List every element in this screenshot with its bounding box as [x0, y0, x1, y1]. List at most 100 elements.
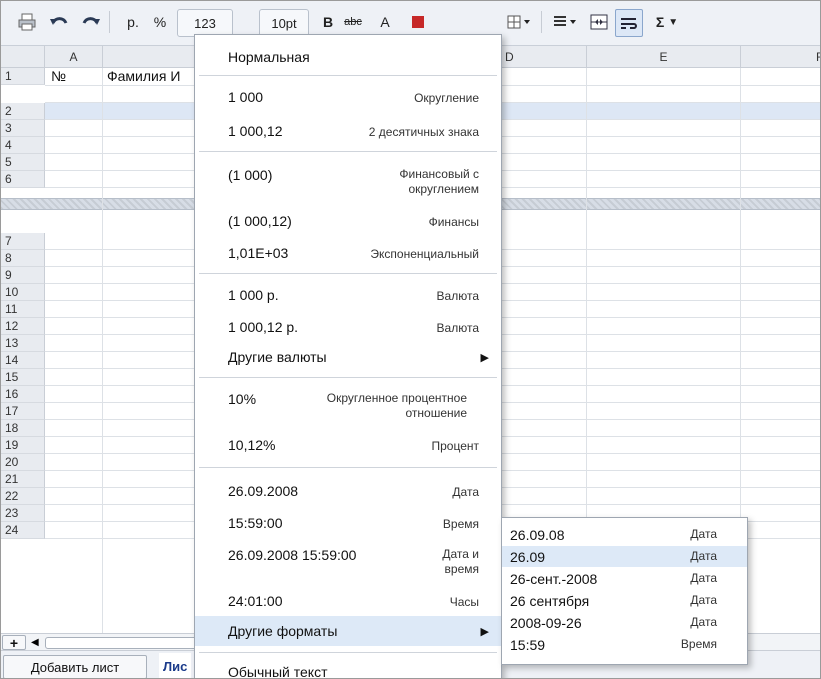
wrap-text-icon[interactable] — [615, 9, 643, 37]
row-header-22[interactable]: 22 — [1, 488, 45, 505]
functions-dropdown[interactable]: Σ ▼ — [647, 9, 687, 35]
scrollbar-thumb[interactable] — [45, 637, 197, 649]
submenu-item-short-date[interactable]: 26.09.08 Дата — [502, 524, 747, 545]
menu-item-desc: Округление — [414, 91, 479, 105]
row-header-4[interactable]: 4 — [1, 137, 45, 154]
row-header-7[interactable]: 7 — [1, 233, 45, 250]
redo-icon[interactable] — [79, 9, 103, 35]
column-header-e[interactable]: E — [587, 46, 741, 68]
submenu-item-desc: Дата — [690, 615, 717, 629]
submenu-item-value: 26 сентября — [510, 593, 590, 609]
menu-item-date[interactable]: 26.09.2008 Дата — [195, 475, 501, 503]
menu-item-datetime[interactable]: 26.09.2008 15:59:00 Дата и время — [195, 539, 501, 583]
menu-divider — [199, 377, 497, 378]
row-header-9[interactable]: 9 — [1, 267, 45, 284]
borders-dropdown[interactable] — [503, 9, 537, 35]
submenu-item-long-date[interactable]: 26 сентября Дата — [502, 590, 747, 611]
row-header-1[interactable]: 1 — [1, 68, 45, 85]
column-header-d-label: D — [505, 49, 514, 64]
menu-item-time[interactable]: 15:59:00 Время — [195, 507, 501, 535]
menu-item-percent[interactable]: 10,12% Процент — [195, 429, 501, 457]
row-header-13[interactable]: 13 — [1, 335, 45, 352]
row-header-8[interactable]: 8 — [1, 250, 45, 267]
submenu-item-short-time[interactable]: 15:59 Время — [502, 634, 747, 655]
number-format-label: 123 — [194, 15, 216, 31]
row-header-20[interactable]: 20 — [1, 454, 45, 471]
menu-item-value: 26.09.2008 15:59:00 — [228, 547, 357, 563]
menu-item-financial-rounded[interactable]: (1 000) Финансовый с округлением — [195, 159, 501, 203]
menu-item-currency-decimals[interactable]: 1 000,12 р. Валюта — [195, 311, 501, 339]
menu-item-plain-text[interactable]: Обычный текст — [195, 657, 501, 678]
row-header-11[interactable]: 11 — [1, 301, 45, 318]
add-sheet-plus-button[interactable]: + — [2, 635, 26, 651]
menu-item-desc: Финансы — [428, 215, 479, 229]
menu-item-value: 26.09.2008 — [228, 483, 299, 499]
menu-item-hours[interactable]: 24:01:00 Часы — [195, 585, 501, 613]
select-all-corner[interactable] — [1, 46, 45, 68]
submenu-item-desc: Дата — [690, 549, 717, 563]
menu-item-financial[interactable]: (1 000,12) Финансы — [195, 205, 501, 233]
row-header-17[interactable]: 17 — [1, 403, 45, 420]
text-color-button[interactable]: A — [373, 9, 397, 35]
menu-item-value: Другие форматы — [228, 623, 338, 639]
menu-item-value: 1 000,12 — [228, 123, 283, 139]
menu-item-other-currencies[interactable]: Другие валюты ▶ — [195, 343, 501, 371]
menu-item-currency[interactable]: 1 000 р. Валюта — [195, 279, 501, 307]
menu-item-rounding[interactable]: 1 000 Округление — [195, 81, 501, 109]
undo-icon[interactable] — [47, 9, 71, 35]
menu-item-normal[interactable]: Нормальная — [195, 41, 501, 71]
add-sheet-button[interactable]: Добавить лист — [3, 655, 147, 678]
menu-item-desc: Время — [442, 517, 479, 531]
currency-format-button[interactable]: р. — [119, 9, 147, 35]
row-header-24[interactable]: 24 — [1, 522, 45, 539]
menu-item-desc: Процент — [431, 439, 479, 453]
row-header-23[interactable]: 23 — [1, 505, 45, 522]
percent-format-button[interactable]: % — [147, 9, 173, 35]
row-header-3[interactable]: 3 — [1, 120, 45, 137]
submenu-item-iso-date[interactable]: 2008-09-26 Дата — [502, 612, 747, 633]
menu-item-desc: Дата — [452, 485, 479, 499]
row-header-19[interactable]: 19 — [1, 437, 45, 454]
menu-item-rounded-percent[interactable]: 10% Округленное процентное отношение — [195, 383, 501, 427]
row-header-15[interactable]: 15 — [1, 369, 45, 386]
column-header-a[interactable]: A — [45, 46, 103, 68]
row-header-16[interactable]: 16 — [1, 386, 45, 403]
row-header-10[interactable]: 10 — [1, 284, 45, 301]
menu-item-desc: Округленное процентное отношение — [326, 391, 467, 420]
row-header-2[interactable]: 2 — [1, 103, 45, 120]
cell-a1[interactable]: № — [51, 68, 66, 84]
submenu-item-value: 2008-09-26 — [510, 615, 582, 631]
bold-button[interactable]: B — [319, 9, 337, 35]
row-header-14[interactable]: 14 — [1, 352, 45, 369]
row-header-18[interactable]: 18 — [1, 420, 45, 437]
align-dropdown[interactable] — [549, 9, 583, 35]
column-header-f[interactable]: F — [741, 46, 820, 68]
strikethrough-button[interactable]: abc — [341, 9, 365, 35]
cell-b1[interactable]: Фамилия И — [107, 68, 180, 84]
row-header-5[interactable]: 5 — [1, 154, 45, 171]
menu-item-value: 1 000 — [228, 89, 264, 105]
font-size-dropdown[interactable]: 10pt — [259, 9, 309, 37]
merge-cells-icon[interactable] — [587, 9, 611, 35]
menu-item-exponential[interactable]: 1,01E+03 Экспоненциальный — [195, 237, 501, 265]
menu-item-value: 1 000 р. — [228, 287, 279, 303]
submenu-item-day-month[interactable]: 26.09 Дата — [502, 546, 747, 567]
scroll-left-icon[interactable]: ◀ — [31, 637, 39, 648]
submenu-item-value: 26.09.08 — [510, 527, 565, 543]
row-header-6[interactable]: 6 — [1, 171, 45, 188]
print-icon[interactable] — [15, 9, 39, 35]
menu-item-desc: Дата и время — [442, 547, 479, 576]
row-header-21[interactable]: 21 — [1, 471, 45, 488]
fill-color-icon[interactable] — [403, 9, 433, 35]
sheet-tab-current[interactable]: Лис — [159, 653, 192, 678]
row-header-12[interactable]: 12 — [1, 318, 45, 335]
submenu-item-abbr-month-date[interactable]: 26-сент.-2008 Дата — [502, 568, 747, 589]
menu-item-2-decimals[interactable]: 1 000,12 2 десятичных знака — [195, 115, 501, 143]
menu-item-value: (1 000) — [228, 167, 273, 183]
menu-item-other-formats[interactable]: Другие форматы ▶ — [195, 616, 501, 646]
toolbar-separator — [541, 11, 542, 33]
number-format-dropdown[interactable]: 123 — [177, 9, 233, 37]
toolbar-separator — [109, 11, 110, 33]
submenu-item-desc: Дата — [690, 571, 717, 585]
menu-item-value: 1,01E+03 — [228, 245, 289, 261]
